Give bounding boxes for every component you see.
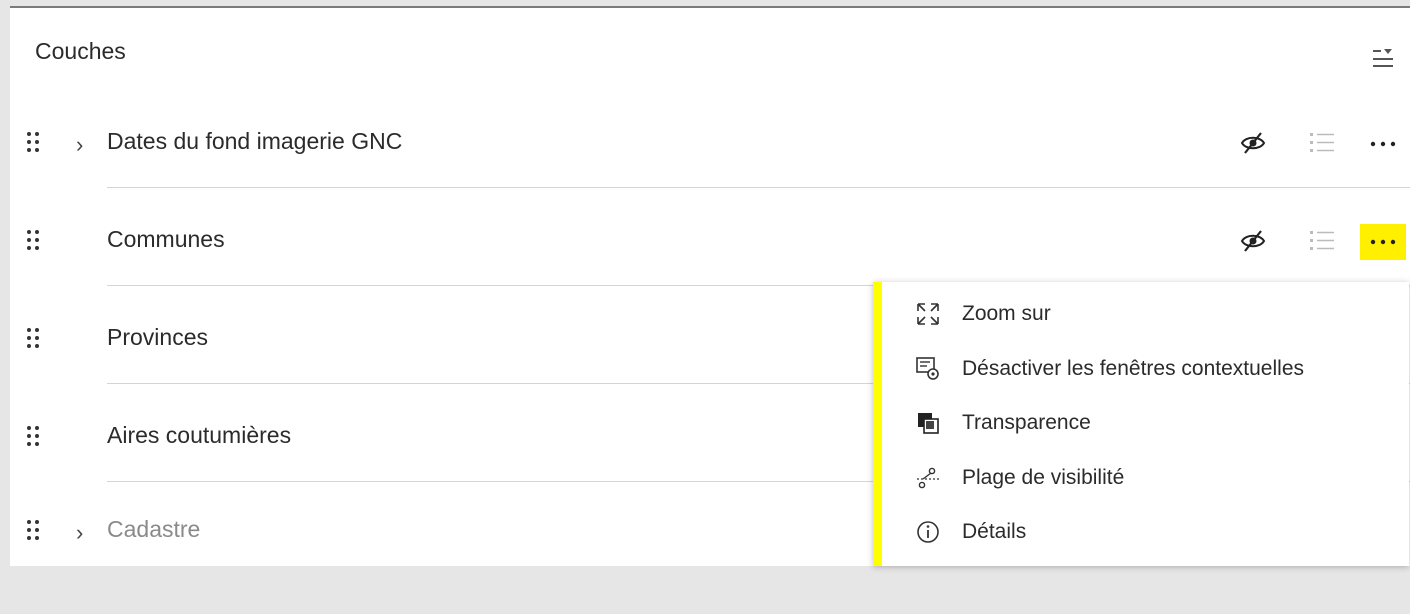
menu-item-label: Détails: [962, 520, 1027, 543]
layer-list-options-icon[interactable]: [1370, 46, 1396, 72]
menu-item-zoom-to[interactable]: Zoom sur: [882, 294, 1400, 334]
info-icon: [917, 521, 939, 543]
drag-handle-icon[interactable]: [25, 422, 43, 452]
menu-item-label: Transparence: [962, 411, 1091, 434]
legend-icon[interactable]: [1308, 130, 1336, 156]
drag-handle-icon[interactable]: [25, 324, 43, 354]
layer-label: Provinces: [107, 324, 208, 350]
layer-context-menu: Zoom sur Désactiver les fenêtres context…: [873, 282, 1409, 566]
expand-chevron-icon[interactable]: ›: [76, 520, 83, 546]
popup-disable-icon: [916, 357, 939, 380]
more-dots-icon: [1370, 141, 1396, 147]
drag-handle-icon[interactable]: [25, 226, 43, 256]
more-options-button[interactable]: [1360, 224, 1406, 260]
more-options-button[interactable]: [1360, 126, 1406, 162]
panel-title: Couches: [35, 38, 126, 64]
visibility-range-icon: [917, 467, 939, 489]
visibility-off-icon[interactable]: [1240, 228, 1266, 254]
drag-handle-icon[interactable]: [25, 128, 43, 158]
legend-icon[interactable]: [1308, 228, 1336, 254]
expand-chevron-icon[interactable]: ›: [76, 132, 83, 158]
menu-item-label: Zoom sur: [962, 302, 1051, 325]
more-dots-icon: [1370, 239, 1396, 245]
row-divider: [107, 187, 1410, 188]
menu-item-label: Désactiver les fenêtres contextuelles: [962, 357, 1304, 380]
menu-item-details[interactable]: Détails: [882, 512, 1400, 552]
menu-item-transparency[interactable]: Transparence: [882, 403, 1400, 443]
menu-item-visibility-range[interactable]: Plage de visibilité: [882, 458, 1400, 498]
visibility-off-icon[interactable]: [1240, 130, 1266, 156]
layer-label: Cadastre: [107, 516, 201, 542]
drag-handle-icon[interactable]: [25, 516, 43, 546]
layer-label: Communes: [107, 226, 225, 252]
menu-item-label: Plage de visibilité: [962, 466, 1125, 489]
layer-label: Aires coutumières: [107, 422, 292, 448]
transparency-icon: [918, 413, 939, 434]
layer-label: Dates du fond imagerie GNC: [107, 128, 403, 154]
menu-item-disable-popups[interactable]: Désactiver les fenêtres contextuelles: [882, 349, 1400, 389]
zoom-to-icon: [917, 303, 939, 325]
layer-row-dates-fond-imagerie[interactable]: › Dates du fond imagerie GNC: [10, 128, 1410, 226]
